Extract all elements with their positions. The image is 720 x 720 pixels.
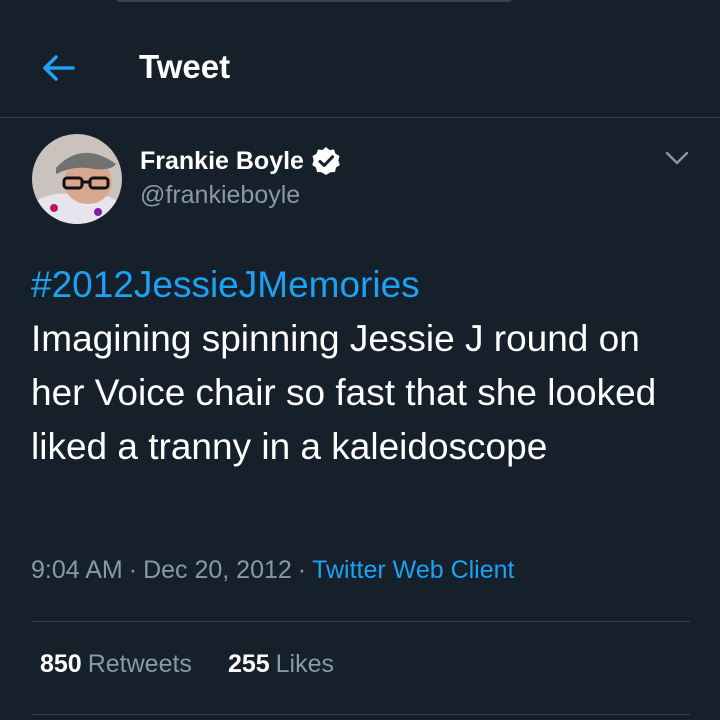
likes-count: 255 (227, 650, 270, 678)
tweet-time: 9:04 AM (31, 556, 123, 584)
divider (31, 621, 690, 622)
avatar[interactable] (32, 134, 122, 224)
author-display-name[interactable]: Frankie Boyle (140, 147, 304, 176)
meta-separator: · (297, 556, 307, 584)
tweet-meta: 9:04 AM · Dec 20, 2012 · Twitter Web Client (31, 556, 515, 585)
retweets-label: Retweets (87, 650, 192, 678)
author-name-row: Frankie Boyle (140, 144, 342, 178)
tweet-stats: 850 Retweets 255 Likes (40, 650, 370, 679)
meta-separator: · (128, 556, 138, 584)
divider (31, 714, 690, 715)
back-button[interactable] (40, 50, 76, 86)
retweets-count: 850 (40, 650, 82, 678)
chevron-down-icon[interactable] (664, 145, 690, 171)
header: Tweet (0, 0, 720, 118)
retweets-stat[interactable]: 850 Retweets (40, 650, 192, 679)
verified-badge-icon (312, 147, 340, 175)
back-arrow-icon (43, 55, 75, 81)
tweet-date: Dec 20, 2012 (143, 556, 292, 584)
likes-label: Likes (275, 650, 335, 678)
likes-stat[interactable]: 255 Likes (228, 650, 334, 679)
page-title: Tweet (139, 48, 231, 85)
tweet-text: Imagining spinning Jessie J round on her… (31, 318, 657, 467)
tweet-body: #2012JessieJMemories Imagining spinning … (31, 258, 691, 474)
author-handle[interactable]: @frankieboyle (140, 181, 300, 210)
tweet-client-link[interactable]: Twitter Web Client (312, 556, 514, 584)
hashtag-link[interactable]: #2012JessieJMemories (31, 258, 691, 312)
